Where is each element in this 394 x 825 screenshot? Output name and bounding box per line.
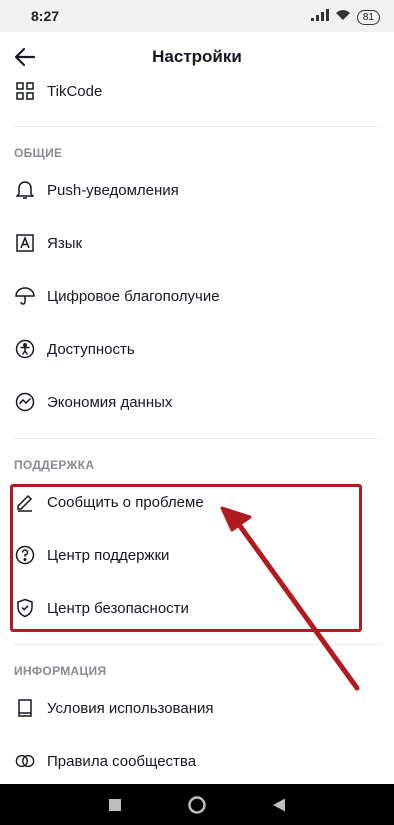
square-icon [109,799,121,811]
recent-apps-button[interactable] [104,794,126,816]
annotation-arrow [220,506,360,691]
back-nav-button[interactable] [268,794,290,816]
triangle-back-icon [273,798,285,812]
home-button[interactable] [186,794,208,816]
circle-icon [188,796,206,814]
system-nav-bar [0,784,394,825]
